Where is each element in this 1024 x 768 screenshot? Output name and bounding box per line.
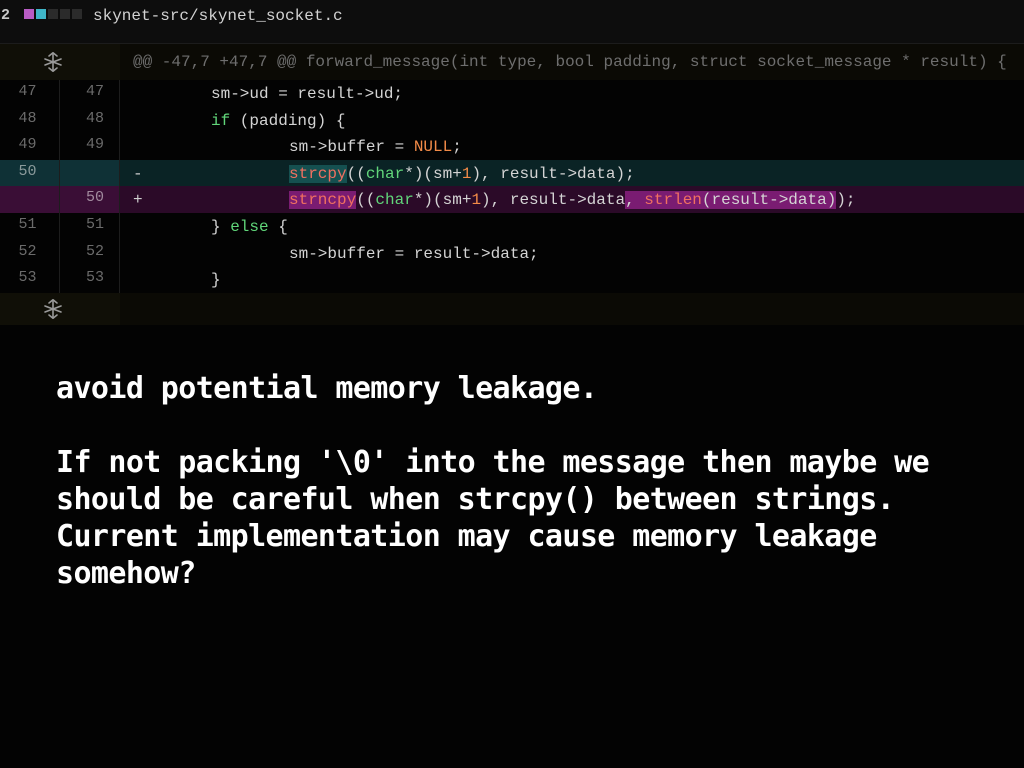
code-text: } else { — [211, 217, 288, 236]
context-line: 51 51 } else { — [0, 212, 1024, 240]
added-line: 50 + strncpy((char*)(sm+1), result->data, … — [0, 186, 1024, 213]
file-header: 2 skynet-src/skynet_socket.c — [0, 0, 1024, 44]
line-number-gutter: 48 48 — [0, 106, 120, 134]
diffstat-block — [72, 9, 82, 19]
diffstat-block — [60, 9, 70, 19]
commit-message: avoid potential memory leakage. If not p… — [56, 370, 996, 592]
expand-bottom-row — [0, 292, 1024, 325]
hunk-header: @@ -47,7 +47,7 @@ forward_message(int ty… — [133, 53, 1007, 71]
new-line-number[interactable]: 49 — [60, 133, 119, 160]
commit-title: avoid potential memory leakage. — [56, 371, 598, 406]
new-line-number[interactable]: 47 — [60, 80, 119, 107]
code-text: strncpy((char*)(sm+1), result->data, str… — [289, 191, 856, 210]
code-text: sm->ud = result->ud; — [211, 85, 404, 103]
code-text: if (padding) { — [211, 111, 346, 130]
expand-gutter — [0, 292, 120, 325]
old-line-number[interactable]: 50 — [0, 159, 60, 187]
old-line-number[interactable] — [0, 186, 60, 213]
line-number-gutter: 50 — [0, 159, 120, 187]
new-line-number[interactable] — [60, 160, 119, 187]
diffstat-bar — [24, 9, 82, 19]
line-number-gutter: 51 51 — [0, 212, 120, 240]
new-line-number[interactable]: 50 — [60, 186, 119, 213]
diff-marker: - — [133, 164, 143, 183]
new-line-number[interactable]: 48 — [60, 107, 119, 134]
diffstat-block — [48, 9, 58, 19]
context-line: 53 53} — [0, 266, 1024, 293]
context-line: 47 47 sm->ud = result->ud; — [0, 80, 1024, 107]
changes-count: 2 — [1, 7, 11, 24]
diff-view: @@ -47,7 +47,7 @@ forward_message(int ty… — [0, 44, 1024, 325]
diffstat-block — [36, 9, 46, 19]
old-line-number[interactable]: 47 — [0, 80, 60, 107]
diff-marker: + — [133, 191, 143, 210]
old-line-number[interactable]: 49 — [0, 133, 60, 160]
diffstat-block — [24, 9, 34, 19]
file-path-link[interactable]: skynet-src/skynet_socket.c — [93, 7, 343, 25]
new-line-number[interactable]: 51 — [60, 213, 119, 240]
line-number-gutter: 47 47 — [0, 80, 120, 107]
line-number-gutter: 50 — [0, 186, 120, 213]
line-number-gutter: 52 52 — [0, 239, 120, 267]
context-line: 48 48 if (padding) { — [0, 106, 1024, 134]
old-line-number[interactable]: 52 — [0, 239, 60, 267]
old-line-number[interactable]: 51 — [0, 212, 60, 240]
commit-body: If not packing '\0' into the message the… — [56, 445, 930, 591]
code-text: } — [211, 271, 221, 290]
expand-up-icon[interactable] — [42, 51, 64, 73]
code-text: strcpy((char*)(sm+1), result->data); — [289, 164, 635, 183]
old-line-number[interactable]: 48 — [0, 106, 60, 134]
hunk-header-row: @@ -47,7 +47,7 @@ forward_message(int ty… — [0, 44, 1024, 80]
line-number-gutter: 49 49 — [0, 133, 120, 160]
context-line: 52 52 sm->buffer = result->data; — [0, 239, 1024, 267]
old-line-number[interactable]: 53 — [0, 266, 60, 293]
expand-down-icon[interactable] — [42, 298, 64, 320]
code-text: sm->buffer = result->data; — [289, 244, 539, 263]
code-text: sm->buffer = NULL; — [289, 138, 462, 157]
deleted-line: 50 - strcpy((char*)(sm+1), result->data); — [0, 159, 1024, 187]
line-number-gutter: 53 53 — [0, 266, 120, 293]
context-line: 49 49 sm->buffer = NULL; — [0, 133, 1024, 160]
new-line-number[interactable]: 53 — [60, 266, 119, 293]
expand-gutter — [0, 44, 120, 80]
new-line-number[interactable]: 52 — [60, 240, 119, 267]
